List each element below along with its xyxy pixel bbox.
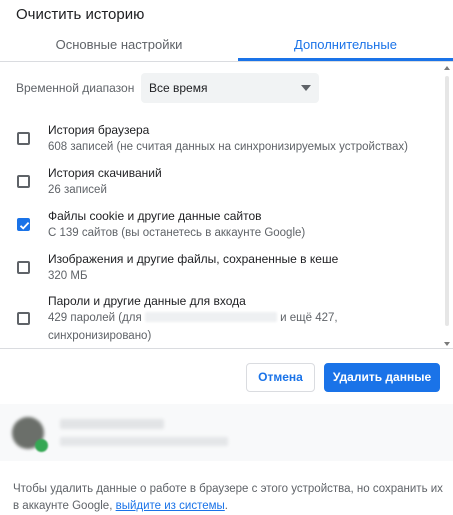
time-range-label: Временной диапазон (16, 81, 135, 95)
checkmark-icon (19, 221, 30, 230)
signout-note-end: . (224, 500, 228, 512)
redacted-account-email (60, 437, 228, 446)
signout-note: Чтобы удалить данные о работе в браузере… (13, 481, 445, 515)
scrollbar[interactable] (443, 62, 451, 348)
time-range-select[interactable]: Все время (141, 73, 319, 103)
option-subtitle: 26 записей (48, 184, 107, 196)
option-subtitle: 320 МБ (48, 270, 88, 282)
checkbox-cookies[interactable] (17, 218, 30, 231)
time-range-value: Все время (149, 81, 208, 95)
option-subtitle: 429 паролей (для и ещё 427, (48, 312, 338, 324)
option-title: История браузера (48, 123, 150, 137)
cancel-button[interactable]: Отмена (246, 363, 315, 392)
option-title: История скачиваний (48, 166, 162, 180)
active-tab-indicator (238, 58, 453, 61)
checkbox-cached-files[interactable] (17, 261, 30, 274)
passwords-count-text: 429 паролей (для (48, 312, 142, 324)
option-title: Изображения и другие файлы, сохраненные … (48, 252, 339, 266)
passwords-more-text: и ещё 427, (280, 312, 338, 324)
option-title: Пароли и другие данные для входа (48, 294, 246, 308)
tab-advanced[interactable]: Дополнительные (238, 29, 453, 61)
tab-strip: Основные настройки Дополнительные (0, 29, 453, 62)
delete-data-button[interactable]: Удалить данные (324, 363, 440, 392)
sync-badge-icon (35, 439, 48, 452)
redacted-account-name (60, 419, 164, 429)
checkbox-passwords[interactable] (17, 312, 30, 325)
account-row (0, 404, 453, 461)
divider (0, 348, 453, 349)
scroll-up-arrow-icon[interactable] (444, 66, 450, 70)
dialog-title: Очистить историю (16, 6, 145, 23)
option-subtitle-line2: синхронизировано) (48, 330, 152, 342)
scroll-down-arrow-icon[interactable] (444, 342, 450, 346)
signout-link[interactable]: выйдите из системы (116, 500, 225, 512)
dropdown-arrow-icon (301, 85, 311, 91)
option-title: Файлы cookie и другие данные сайтов (48, 209, 262, 223)
checkbox-browsing-history[interactable] (17, 132, 30, 145)
scrollbar-thumb[interactable] (445, 76, 449, 326)
advanced-options-panel: Временной диапазон Все время История бра… (0, 62, 453, 348)
option-subtitle: 608 записей (не считая данных на синхрон… (48, 141, 408, 153)
redacted-sites (144, 312, 277, 322)
tab-basic[interactable]: Основные настройки (0, 29, 238, 61)
option-subtitle: С 139 сайтов (вы останетесь в аккаунте G… (48, 227, 306, 239)
checkbox-download-history[interactable] (17, 175, 30, 188)
